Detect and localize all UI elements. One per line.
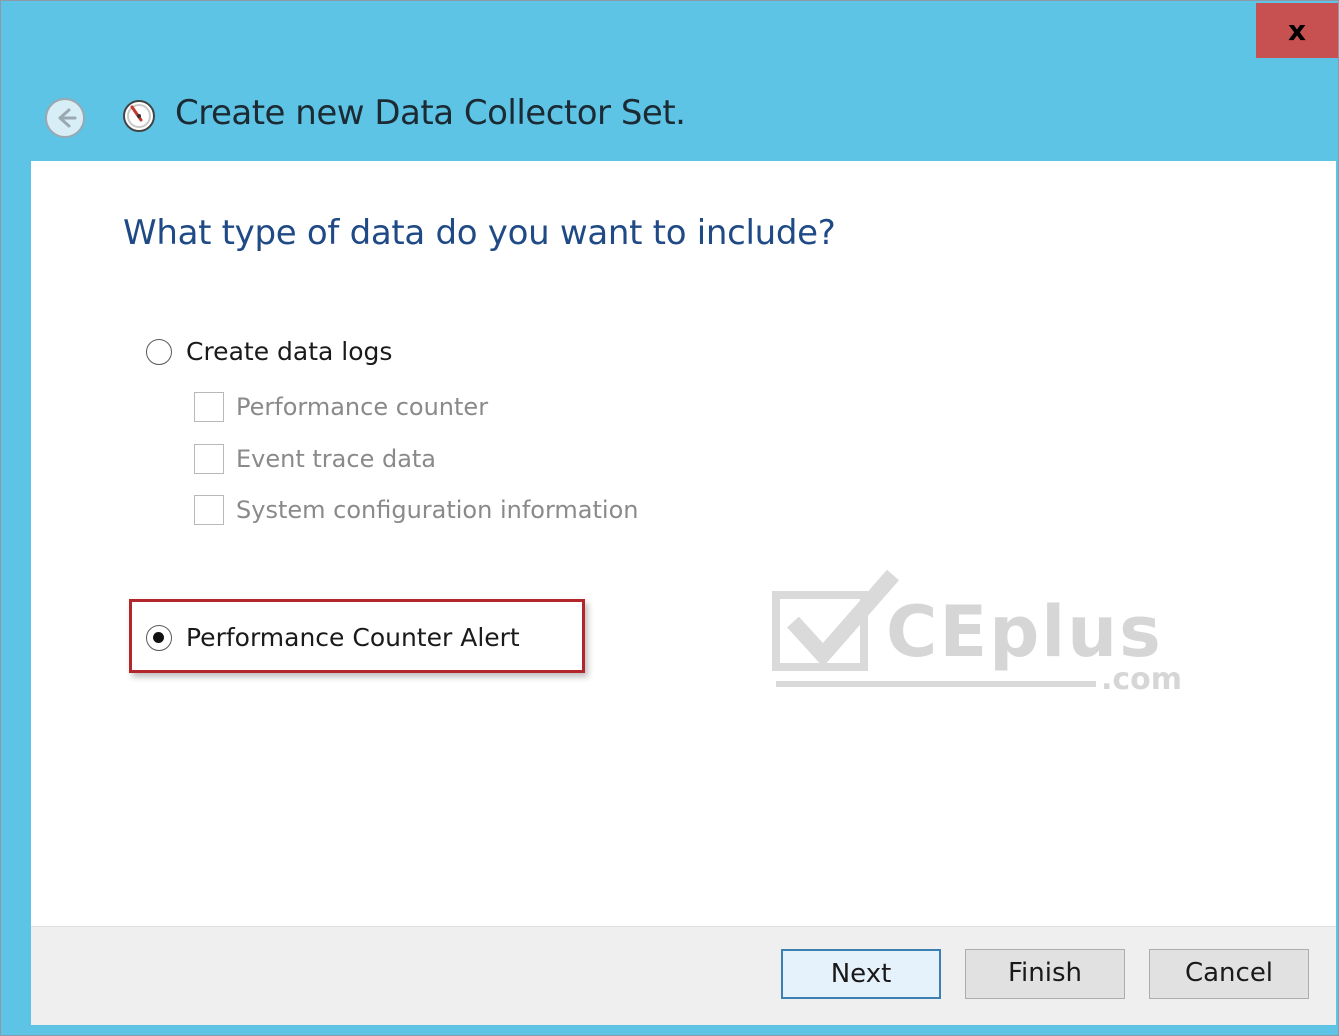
- watermark-text: CEplus: [886, 591, 1163, 673]
- system-configuration-option: System configuration information: [194, 495, 638, 525]
- performance-monitor-icon: [119, 96, 159, 136]
- performance-counter-alert-label: Performance Counter Alert: [186, 623, 520, 652]
- wizard-content: What type of data do you want to include…: [31, 161, 1336, 926]
- performance-counter-checkbox: [194, 392, 224, 422]
- back-arrow-icon[interactable]: [43, 96, 87, 140]
- close-button[interactable]: x: [1256, 3, 1338, 58]
- performance-counter-option: Performance counter: [194, 392, 488, 422]
- create-data-logs-label: Create data logs: [186, 337, 393, 366]
- performance-counter-label: Performance counter: [236, 393, 489, 421]
- watermark-check-icon: [772, 569, 900, 671]
- create-data-logs-option[interactable]: Create data logs: [146, 337, 392, 366]
- next-button[interactable]: Next: [781, 949, 941, 999]
- event-trace-data-option: Event trace data: [194, 444, 436, 474]
- watermark-suffix: .com: [1101, 662, 1183, 697]
- performance-counter-alert-radio[interactable]: [146, 624, 172, 651]
- finish-button[interactable]: Finish: [965, 949, 1125, 999]
- watermark-underline: [776, 681, 1096, 687]
- wizard-window: x Create new Data Collector Set. What ty…: [0, 0, 1339, 1036]
- performance-counter-alert-option[interactable]: Performance Counter Alert: [146, 623, 520, 652]
- wizard-footer: Next Finish Cancel: [31, 926, 1336, 1025]
- watermark: CEplus .com: [771, 567, 1191, 697]
- event-trace-data-label: Event trace data: [236, 445, 437, 473]
- create-data-logs-radio[interactable]: [146, 338, 172, 365]
- page-heading: What type of data do you want to include…: [123, 213, 836, 253]
- window-title: Create new Data Collector Set.: [175, 93, 686, 133]
- system-configuration-label: System configuration information: [236, 496, 639, 524]
- event-trace-data-checkbox: [194, 444, 224, 474]
- system-configuration-checkbox: [194, 495, 224, 525]
- cancel-button[interactable]: Cancel: [1149, 949, 1309, 999]
